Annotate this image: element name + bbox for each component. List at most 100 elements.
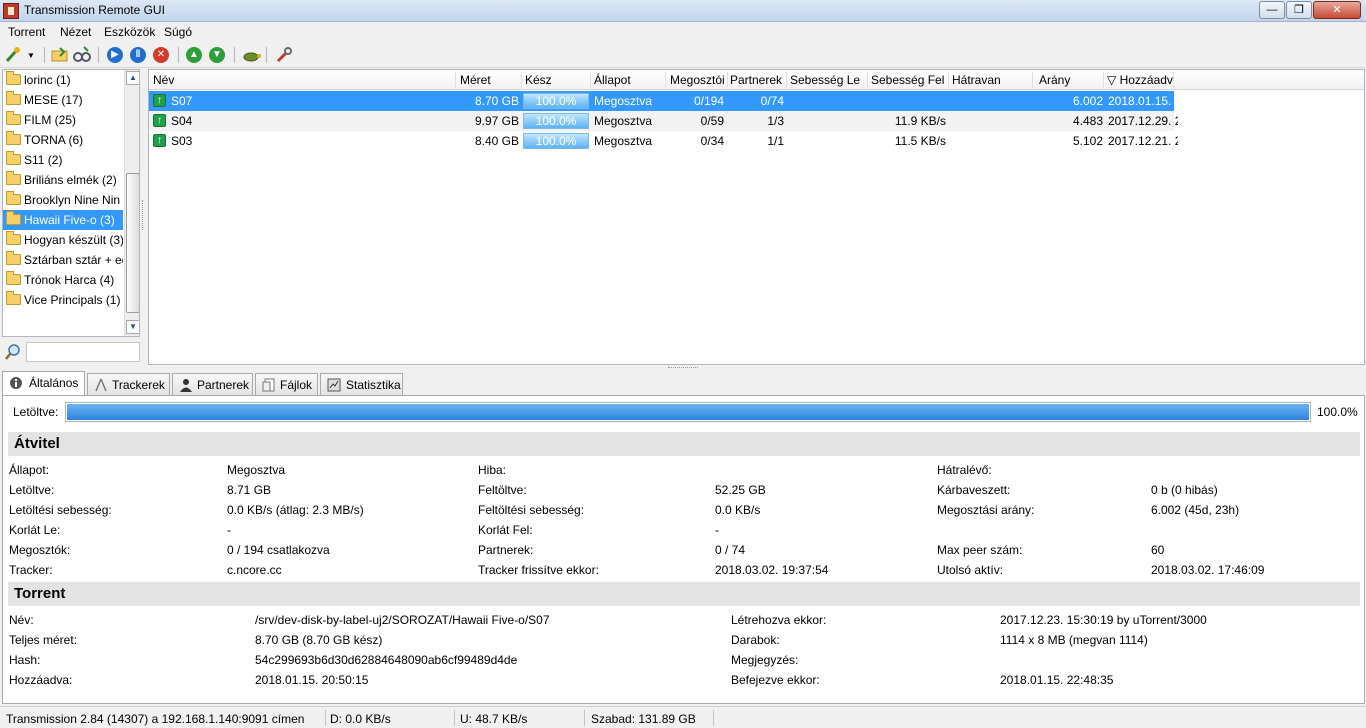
- folder-icon: [6, 111, 21, 125]
- torrent-list-header: Név Méret Kész Állapot Megosztói Partner…: [149, 70, 1364, 90]
- folder-label: Trónok Harca (4): [24, 273, 115, 287]
- folder-item[interactable]: FILM (25): [3, 110, 123, 130]
- torrent-row[interactable]: ↑ S03 100.0% 8.40 GB Megosztva 0/34 1/1 11.5 KB…: [149, 131, 1178, 151]
- column-added[interactable]: ▽ Hozzáadv: [1107, 73, 1173, 87]
- downloaded-percent: 100.0%: [1317, 405, 1358, 419]
- folder-item[interactable]: Hawaii Five-o (3): [3, 210, 123, 230]
- scroll-thumb[interactable]: [126, 173, 139, 313]
- menu-view[interactable]: Nézet: [60, 25, 91, 39]
- pause-icon[interactable]: ‖: [130, 47, 146, 63]
- folder-item[interactable]: lorinc (1): [3, 70, 123, 90]
- horizontal-splitter[interactable]: [668, 367, 698, 371]
- added-cell: 2017.12.21. 2: [1108, 134, 1178, 148]
- scroll-down-icon[interactable]: ▼: [126, 320, 139, 334]
- torrent-label: Hash:: [9, 653, 41, 667]
- torrent-label: Darabok:: [731, 633, 780, 647]
- connection-status[interactable]: Transmission 2.84 (14307) a 192.168.1.14…: [6, 712, 304, 726]
- folder-label: Hogyan készült (3): [24, 233, 123, 247]
- seeding-icon: ↑: [153, 94, 166, 107]
- transfer-label: Feltöltési sebesség:: [478, 503, 585, 517]
- download-speed-status[interactable]: D: 0.0 KB/s: [330, 712, 391, 726]
- move-down-icon[interactable]: ▼: [209, 47, 225, 63]
- close-button[interactable]: ✕: [1313, 1, 1361, 19]
- folder-item[interactable]: S11 (2): [3, 150, 123, 170]
- folder-item[interactable]: Brooklyn Nine Nin: [3, 190, 123, 210]
- turtle-mode-icon[interactable]: [242, 45, 262, 65]
- add-torrent-icon[interactable]: [4, 45, 24, 65]
- upload-speed-status[interactable]: U: 48.7 KB/s: [460, 712, 527, 726]
- column-up-speed[interactable]: Sebesség Fel: [871, 73, 944, 87]
- up-speed-cell: 11.9 KB/s: [894, 114, 946, 128]
- open-folder-icon[interactable]: [50, 45, 70, 65]
- torrent-row[interactable]: ↑ S07 100.0% 8.70 GB Megosztva 0/194 0/74 6.002…: [149, 91, 1178, 111]
- transfer-value: 0.0 KB/s (átlag: 2.3 MB/s): [227, 503, 364, 517]
- folder-item[interactable]: TORNA (6): [3, 130, 123, 150]
- label-list: lorinc (1) MESE (17) FILM (25) TORNA (6) S11…: [2, 69, 140, 337]
- ratio-cell: 5.102: [1072, 134, 1103, 148]
- transfer-section-title: Átvitel: [8, 432, 1360, 456]
- folder-item[interactable]: Hogyan készült (3): [3, 230, 123, 250]
- folder-item[interactable]: Vice Principals (1): [3, 290, 123, 310]
- column-peers[interactable]: Partnerek: [730, 73, 782, 87]
- app-icon: [3, 3, 19, 19]
- move-up-icon[interactable]: ▲: [186, 47, 202, 63]
- up-speed-cell: 11.5 KB/s: [894, 134, 946, 148]
- menu-bar: Torrent Nézet Eszközök Súgó: [0, 22, 1366, 42]
- folder-item[interactable]: Trónok Harca (4): [3, 270, 123, 290]
- menu-tools[interactable]: Eszközök: [104, 25, 155, 39]
- transfer-label: Megosztási arány:: [937, 503, 1035, 517]
- start-icon[interactable]: ▶: [107, 47, 123, 63]
- remove-icon[interactable]: ✕: [153, 47, 169, 63]
- column-name[interactable]: Név: [153, 73, 174, 87]
- folder-item[interactable]: Sztárban sztár + eg: [3, 250, 123, 270]
- menu-help[interactable]: Súgó: [164, 25, 192, 39]
- torrent-value: 2018.01.15. 20:50:15: [255, 673, 369, 687]
- tab-general[interactable]: Általános: [2, 371, 85, 396]
- toolbar-separator: [234, 47, 235, 63]
- transfer-label: Max peer szám:: [937, 543, 1023, 557]
- transfer-label: Tracker:: [9, 563, 53, 577]
- transfer-value: 8.71 GB: [227, 483, 272, 497]
- torrent-row[interactable]: ↑ S04 100.0% 9.97 GB Megosztva 0/59 1/3 11.9 KB…: [149, 111, 1178, 131]
- torrent-value: 8.70 GB (8.70 GB kész): [255, 633, 383, 647]
- folder-icon: [6, 211, 21, 225]
- settings-wrench-icon[interactable]: [274, 45, 294, 65]
- folder-item[interactable]: Briliáns elmék (2): [3, 170, 123, 190]
- scroll-up-icon[interactable]: ▲: [126, 71, 139, 85]
- column-status[interactable]: Állapot: [594, 73, 631, 87]
- folder-label: lorinc (1): [24, 73, 71, 87]
- maximize-button[interactable]: ❐: [1286, 1, 1312, 19]
- transfer-label: Hátralévő:: [937, 463, 992, 477]
- tab-trackers[interactable]: Trackerek: [87, 373, 170, 395]
- column-down-speed[interactable]: Sebesség Le: [790, 73, 860, 87]
- menu-torrent[interactable]: Torrent: [8, 25, 45, 39]
- chevron-down-icon[interactable]: ▼: [27, 51, 35, 60]
- progress-cell: 100.0%: [523, 113, 589, 129]
- minimize-button[interactable]: —: [1259, 1, 1285, 19]
- transfer-value: 0 / 74: [715, 543, 746, 557]
- filter-input[interactable]: [26, 342, 140, 362]
- column-ratio[interactable]: Arány: [1039, 73, 1070, 87]
- column-done[interactable]: Kész: [525, 73, 552, 87]
- toolbar-separator: [178, 47, 179, 63]
- window-title: Transmission Remote GUI: [24, 3, 165, 17]
- torrent-label: Név:: [9, 613, 34, 627]
- add-link-icon[interactable]: [72, 45, 92, 65]
- column-seeds[interactable]: Megosztói: [670, 73, 725, 87]
- torrent-label: Létrehozva ekkor:: [731, 613, 827, 627]
- column-size[interactable]: Méret: [460, 73, 491, 87]
- vertical-splitter[interactable]: [142, 200, 146, 230]
- tab-peers[interactable]: Partnerek: [172, 373, 253, 395]
- progress-cell: 100.0%: [523, 93, 589, 109]
- toolbar: ▼ ▶ ‖ ✕ ▲ ▼: [0, 42, 1366, 68]
- tab-files[interactable]: Fájlok: [255, 373, 318, 395]
- folder-label: Brooklyn Nine Nin: [24, 193, 121, 207]
- tab-statistics[interactable]: Statisztika: [320, 373, 403, 395]
- folder-scrollbar[interactable]: ▲ ▼: [124, 70, 139, 336]
- folder-item[interactable]: MESE (17): [3, 90, 123, 110]
- transfer-value: 60: [1151, 543, 1165, 557]
- transfer-value: -: [227, 523, 231, 537]
- column-eta[interactable]: Hátravan: [952, 73, 1001, 87]
- torrent-value: 54c299693b6d30d62884648090ab6cf99489d4de: [255, 653, 518, 667]
- downloaded-label: Letöltve:: [13, 405, 59, 419]
